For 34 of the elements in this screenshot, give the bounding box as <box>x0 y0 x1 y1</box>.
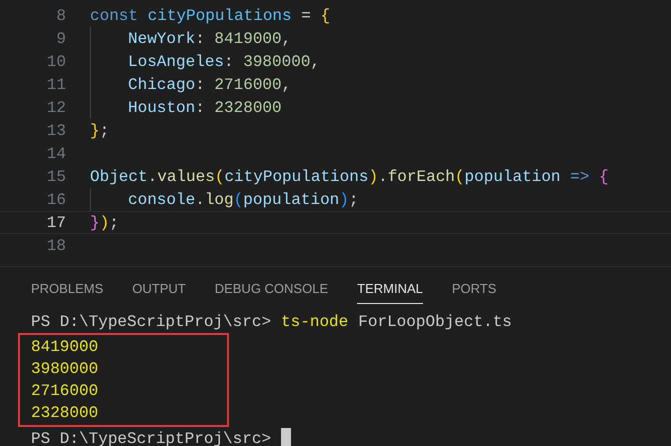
panel-tab[interactable]: PORTS <box>452 274 496 304</box>
terminal-command: ts-node <box>281 312 348 333</box>
line-number: 13 <box>46 120 66 142</box>
terminal-prompt: PS D:\TypeScriptProj\src> <box>31 312 272 333</box>
code-line: const cityPopulations = { <box>90 6 330 26</box>
panel-tab[interactable]: PROBLEMS <box>31 274 104 304</box>
panel-tab[interactable]: OUTPUT <box>132 274 186 304</box>
terminal-output: 2328000 <box>31 404 98 422</box>
code-line: Chicago: 2716000, <box>128 74 292 96</box>
line-number: 9 <box>55 28 66 50</box>
panel-tab[interactable]: TERMINAL <box>357 274 423 304</box>
code-line: NewYork: 8419000, <box>128 28 292 50</box>
code-line: console.log(population); <box>128 190 358 210</box>
line-number: 18 <box>46 236 66 256</box>
line-number: 16 <box>46 190 66 210</box>
code-line: LosAngeles: 3980000, <box>128 52 320 72</box>
terminal-output: 3980000 <box>31 360 98 378</box>
terminal-output: 8419000 <box>31 338 98 356</box>
code-line: Houston: 2328000 <box>128 98 282 118</box>
code-line: }; <box>90 120 110 142</box>
terminal-output: 2716000 <box>31 382 98 400</box>
terminal-cursor <box>281 428 292 446</box>
code-line: }); <box>90 212 119 234</box>
line-number: 14 <box>46 144 66 164</box>
line-number: 17 <box>46 212 66 234</box>
line-number: 11 <box>46 74 66 96</box>
line-number: 10 <box>46 52 66 72</box>
terminal-prompt: PS D:\TypeScriptProj\src> <box>31 429 272 446</box>
panel-tab[interactable]: DEBUG CONSOLE <box>214 274 328 304</box>
line-number: 12 <box>46 98 66 118</box>
line-number: 8 <box>55 6 66 26</box>
code-line: Object.values(cityPopulations).forEach(population => { <box>90 166 609 188</box>
terminal-argument: ForLoopObject.ts <box>358 312 512 333</box>
line-number: 15 <box>46 166 66 188</box>
